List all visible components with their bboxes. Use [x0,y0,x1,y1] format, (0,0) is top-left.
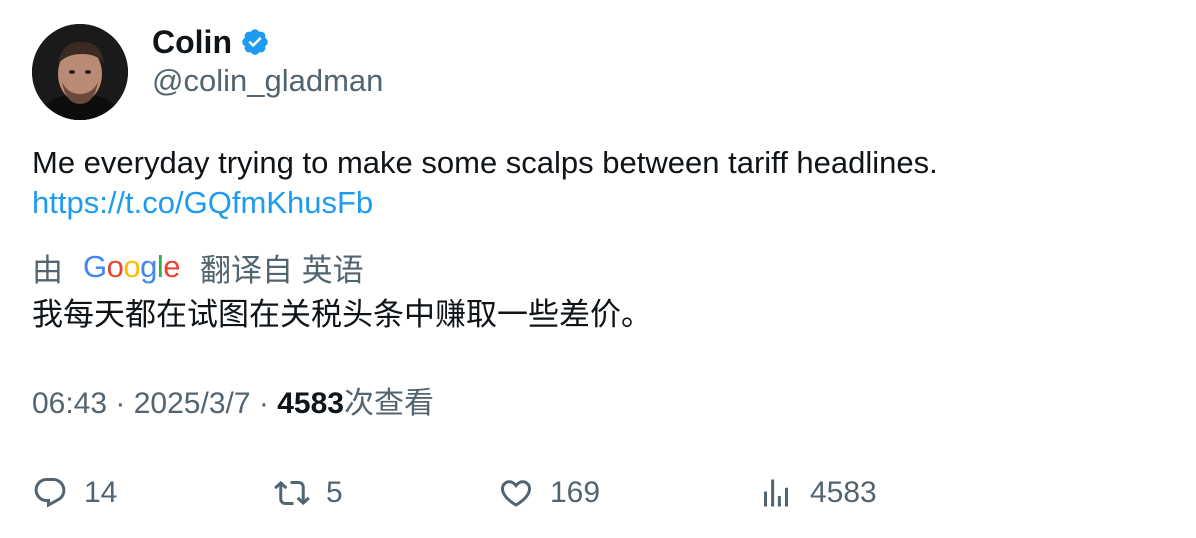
verified-badge-icon[interactable] [240,27,270,57]
author-name-row: Colin [152,22,270,62]
tweet-meta: 06:43 · 2025/3/7 · 4583 次查看 [32,384,434,424]
translation-attribution[interactable]: 由 Google 翻译自 英语 [32,247,364,288]
retweet-button[interactable]: 5 [274,471,343,515]
meta-separator: · [107,387,134,420]
avatar[interactable] [32,24,128,120]
views-count: 4583 [277,387,344,420]
like-button[interactable]: 169 [498,471,600,515]
author-handle[interactable]: @colin_gladman [152,63,383,99]
tweet-link[interactable]: https://t.co/GQfmKhusFb [32,183,938,223]
tweet-text: Me everyday trying to make some scalps b… [32,145,938,180]
views-icon [758,475,794,511]
reply-icon [32,475,68,511]
reply-button[interactable]: 14 [32,471,117,515]
views-label: 次查看 [343,387,434,420]
tweet-date[interactable]: 2025/3/7 [134,384,251,424]
action-bar: 14 5 169 4583 [32,471,1164,515]
retweet-count: 5 [326,476,343,509]
tweet-body: Me everyday trying to make some scalps b… [32,143,938,223]
like-count: 169 [550,476,601,509]
reply-count: 14 [84,476,118,509]
like-icon [498,475,534,511]
translation-prefix: 由 [32,252,63,288]
google-logo: Google [83,249,181,284]
tweet-time[interactable]: 06:43 [32,384,107,424]
tweet-card: Colin @colin_gladman Me everyday trying … [0,0,1196,538]
author-display-name[interactable]: Colin [152,24,232,61]
translation-suffix: 翻译自 英语 [200,252,364,288]
retweet-icon [274,475,310,511]
meta-separator: · [250,387,278,420]
translated-text: 我每天都在试图在关税头条中赚取一些差价。 [32,297,652,332]
avatar-image [32,24,128,120]
views-action-count: 4583 [810,476,877,509]
views-button[interactable]: 4583 [758,471,877,515]
